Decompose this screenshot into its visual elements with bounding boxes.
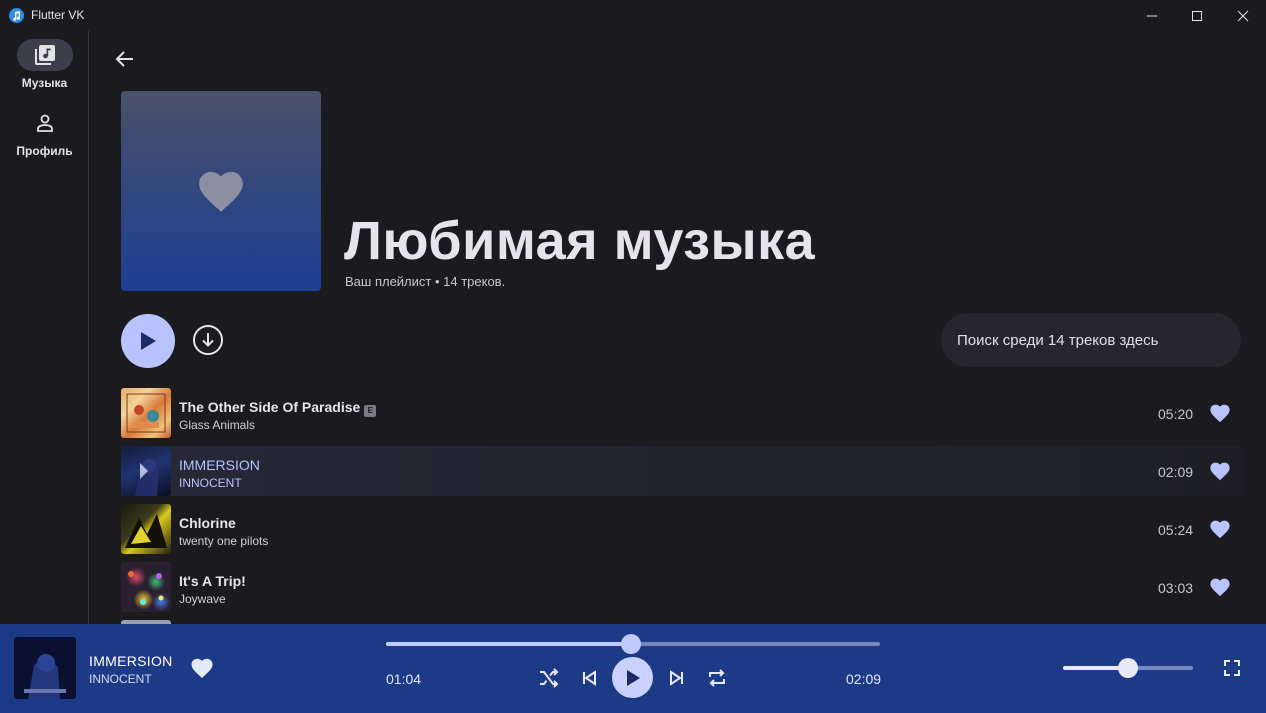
player-bar: IMMERSION INNOCENT 01:04 02:09	[0, 624, 1266, 713]
download-button[interactable]	[191, 323, 225, 357]
now-playing-artist: INNOCENT	[89, 672, 152, 686]
download-icon	[193, 325, 223, 355]
play-icon	[626, 669, 640, 686]
fullscreen-icon[interactable]	[1220, 656, 1244, 680]
seek-slider[interactable]	[386, 634, 880, 654]
volume-thumb[interactable]	[1118, 658, 1138, 678]
track-artist: twenty one pilots	[179, 534, 269, 548]
now-playing-title: IMMERSION	[89, 653, 173, 669]
current-time: 01:04	[386, 671, 422, 687]
title-bar: Flutter VK	[0, 0, 1266, 31]
heart-icon[interactable]	[1209, 518, 1231, 540]
person-icon	[17, 107, 73, 139]
back-button[interactable]	[112, 46, 138, 72]
play-icon	[141, 332, 156, 350]
nav-item-profile[interactable]: Профиль	[0, 107, 89, 158]
previous-button[interactable]	[577, 666, 601, 690]
track-cover	[121, 446, 171, 496]
heart-icon[interactable]	[190, 656, 214, 680]
play-playlist-button[interactable]	[121, 314, 175, 368]
track-duration: 02:09	[1158, 464, 1194, 480]
close-icon[interactable]	[1220, 0, 1266, 31]
minimize-icon[interactable]	[1129, 0, 1175, 31]
app-logo-icon	[9, 8, 24, 23]
track-duration: 05:20	[1158, 406, 1194, 422]
track-duration: 05:24	[1158, 522, 1194, 538]
skip-previous-icon	[583, 670, 596, 686]
heart-icon[interactable]	[1209, 460, 1231, 482]
repeat-icon	[709, 669, 725, 687]
next-button[interactable]	[665, 666, 689, 690]
heart-icon	[199, 171, 243, 212]
track-title: The Other Side Of Paradise E	[179, 399, 377, 417]
arrow-back-icon	[115, 51, 133, 67]
playlist-subtitle: Ваш плейлист • 14 треков.	[345, 274, 506, 289]
heart-icon[interactable]	[1209, 402, 1231, 424]
volume-slider[interactable]	[1063, 658, 1193, 678]
seek-progress	[386, 642, 632, 646]
track-title: Chlorine	[179, 515, 236, 531]
track-cover	[121, 504, 171, 554]
explicit-icon: E	[364, 405, 377, 417]
shuffle-button[interactable]	[537, 666, 561, 690]
window-title: Flutter VK	[31, 8, 85, 22]
playlist-title: Любимая музыка	[344, 211, 816, 271]
track-title: It's A Trip!	[179, 573, 246, 589]
play-pause-button[interactable]	[612, 657, 653, 698]
track-artist: INNOCENT	[179, 476, 242, 490]
track-title: IMMERSION	[179, 457, 260, 473]
shuffle-icon	[540, 668, 559, 688]
nav-label-music: Музыка	[21, 76, 68, 90]
heart-icon[interactable]	[1209, 576, 1231, 598]
nav-item-music[interactable]: Музыка	[0, 39, 89, 90]
track-cover	[121, 562, 171, 612]
track-artist: Joywave	[179, 592, 226, 606]
music-library-icon	[16, 39, 73, 71]
total-time: 02:09	[846, 671, 882, 687]
track-duration: 03:03	[1158, 580, 1194, 596]
track-list: The Other Side Of Paradise E Glass Animal…	[121, 388, 1241, 624]
track-row[interactable]: IMMERSION INNOCENT 02:09	[121, 446, 1241, 496]
nav-label-profile: Профиль	[16, 144, 73, 158]
seek-thumb[interactable]	[621, 634, 642, 654]
skip-next-icon	[670, 670, 683, 686]
track-row[interactable]: The Other Side Of Paradise E Glass Animal…	[121, 388, 1241, 438]
navigation-rail: Музыка Профиль	[0, 31, 89, 624]
search-placeholder: Поиск среди 14 треков здесь	[957, 331, 1159, 349]
search-input[interactable]: Поиск среди 14 треков здесь	[941, 313, 1241, 367]
track-row[interactable]: Chlorine twenty one pilots 05:24	[121, 504, 1241, 554]
track-cover	[121, 388, 171, 438]
track-artist: Glass Animals	[179, 418, 256, 432]
repeat-button[interactable]	[705, 666, 729, 690]
playlist-cover	[121, 91, 321, 291]
maximize-icon[interactable]	[1174, 0, 1220, 31]
now-playing-cover	[14, 637, 76, 699]
track-row[interactable]: It's A Trip! Joywave 03:03	[121, 562, 1241, 612]
